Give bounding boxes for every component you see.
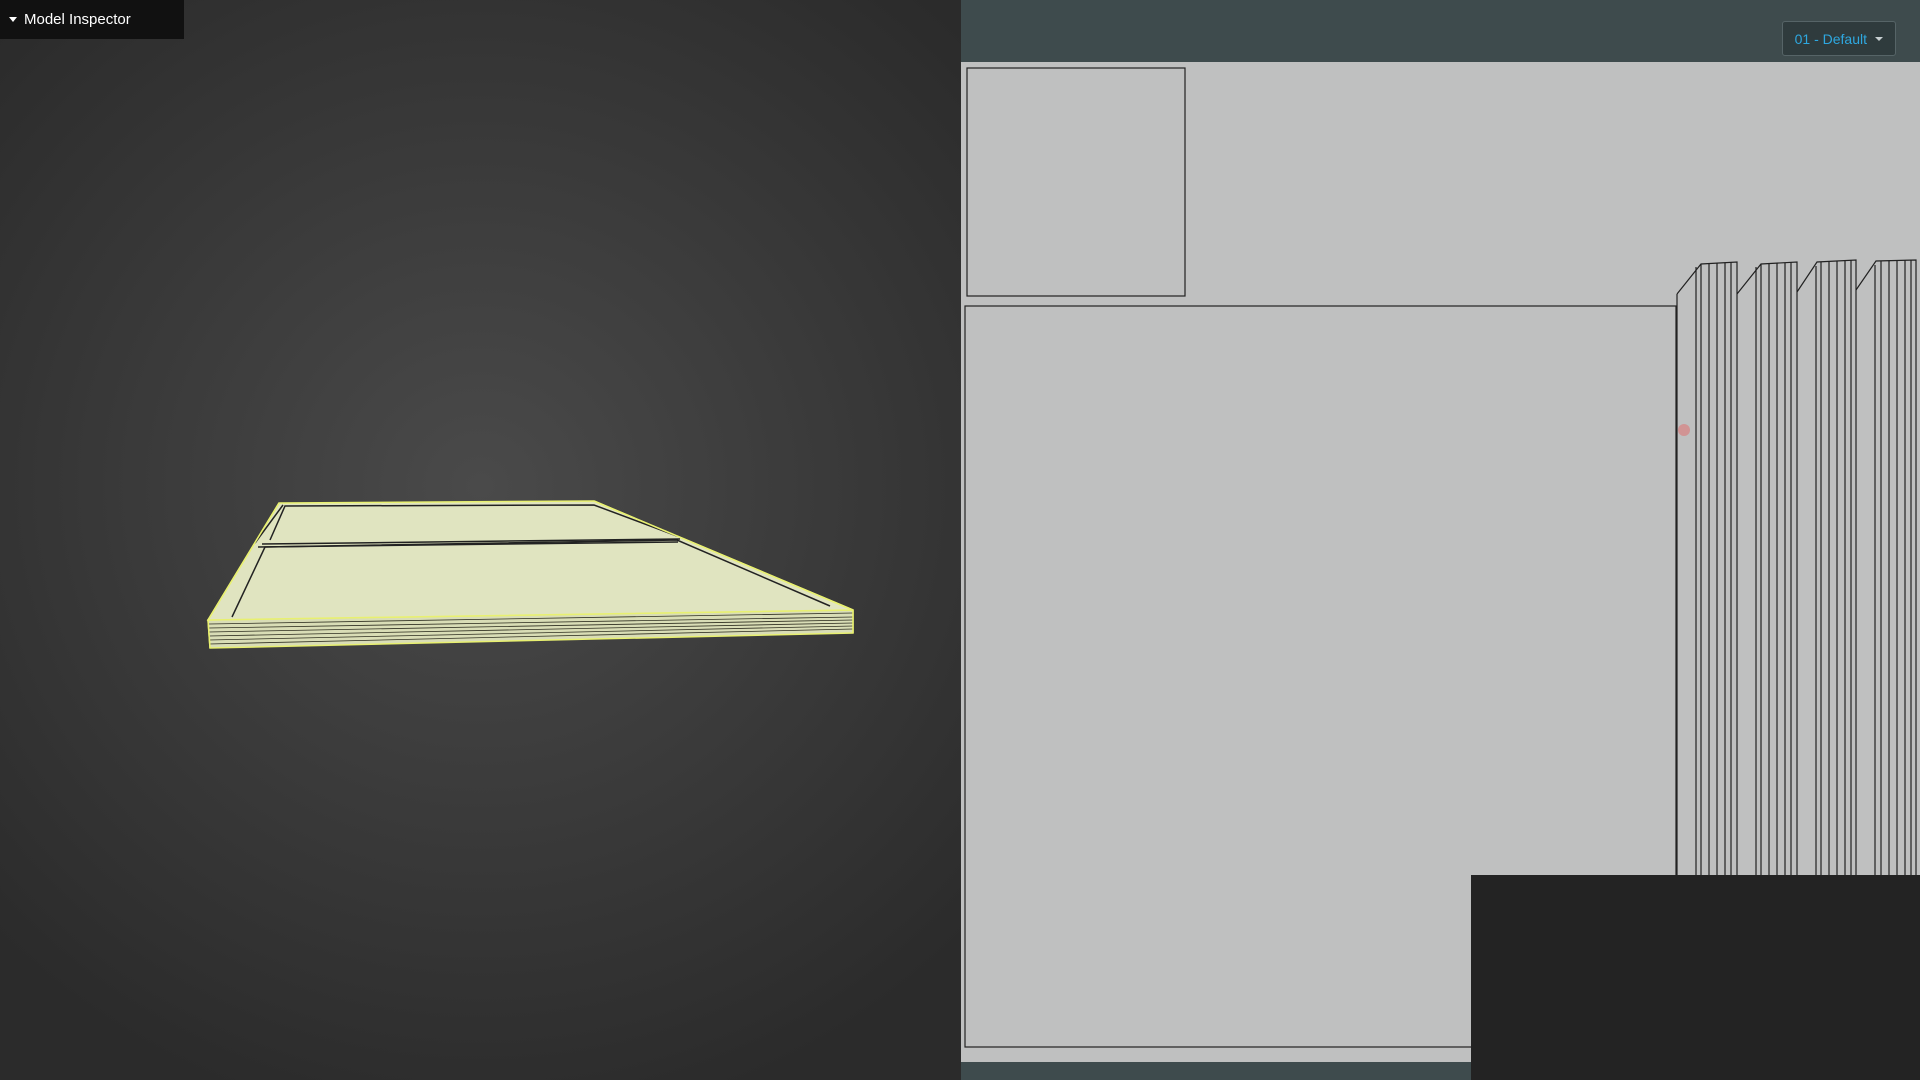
uv-toolbar: 01 - Default — [961, 0, 1920, 62]
material-dropdown[interactable]: 01 - Default — [1781, 21, 1896, 56]
3d-model[interactable] — [0, 0, 961, 1080]
uv-editor-panel: 01 - Default — [961, 0, 1920, 1080]
chevron-down-icon — [1875, 36, 1883, 41]
3d-viewport[interactable]: Model Inspector — [0, 0, 961, 1080]
model-top-face — [206, 500, 854, 621]
uv-pivot-marker — [1678, 424, 1690, 436]
app-root: Model Inspector 01 - Default — [0, 0, 1920, 1080]
material-dropdown-value: 01 - Default — [1794, 30, 1867, 47]
overlay-panel — [1471, 875, 1920, 1080]
uv-island-small — [966, 67, 1186, 297]
